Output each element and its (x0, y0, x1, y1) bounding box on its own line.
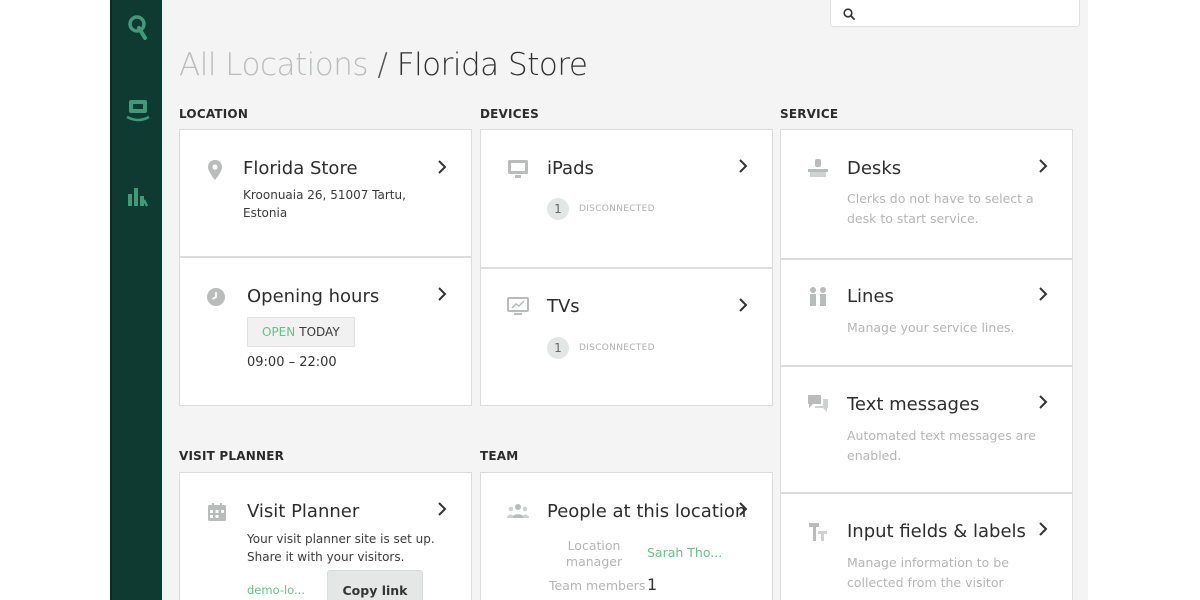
chevron-right-icon (438, 502, 447, 516)
visit-planner-title: Visit Planner (247, 501, 360, 522)
lines-icon (810, 287, 826, 306)
desks-row[interactable]: Desks Clerks do not have to select a des… (781, 130, 1072, 259)
logo-icon[interactable] (112, 14, 164, 40)
sidebar (110, 0, 162, 600)
today-word: TODAY (299, 325, 340, 339)
ipads-row[interactable]: iPads 1 DISCONNECTED (481, 130, 772, 268)
chat-icon (808, 395, 828, 412)
clock-icon (207, 288, 225, 306)
copy-link-button[interactable]: Copy link (327, 570, 423, 600)
team-title: People at this location (547, 501, 747, 522)
search-icon (843, 8, 855, 20)
store-address: Kroonuaia 26, 51007 Tartu, Estonia (243, 188, 406, 220)
ipads-count-badge: 1 (547, 198, 569, 220)
service-card: Desks Clerks do not have to select a des… (780, 129, 1073, 600)
monitor-icon[interactable] (112, 98, 164, 124)
section-label-location: LOCATION (179, 107, 249, 121)
tvs-status: 1 DISCONNECTED (547, 337, 655, 359)
store-title: Florida Store (243, 158, 358, 179)
ipads-status: 1 DISCONNECTED (547, 198, 655, 220)
breadcrumb-current: Florida Store (396, 47, 588, 83)
chevron-right-icon (739, 298, 748, 312)
tvs-status-text: DISCONNECTED (579, 343, 655, 353)
input-fields-description: Manage information to be collected from … (847, 555, 1009, 590)
open-word: OPEN (262, 325, 296, 339)
chevron-right-icon (1039, 287, 1048, 301)
breadcrumb-all-locations[interactable]: All Locations (179, 47, 369, 83)
chevron-right-icon (1039, 159, 1048, 173)
opening-hours-range: 09:00 – 22:00 (247, 355, 337, 370)
stats-icon[interactable] (112, 184, 164, 210)
store-row[interactable]: Florida Store Kroonuaia 26, 51007 Tartu,… (180, 130, 471, 257)
input-fields-icon (809, 523, 827, 541)
desks-title: Desks (847, 158, 902, 179)
breadcrumb-separator: / (377, 47, 388, 83)
chevron-right-icon (1039, 395, 1048, 409)
visit-planner-card[interactable]: Visit Planner Your visit planner site is… (179, 472, 472, 600)
location-pin-icon (208, 160, 222, 180)
tvs-row[interactable]: TVs 1 DISCONNECTED (481, 268, 772, 407)
lines-description: Manage your service lines. (847, 320, 1015, 335)
chevron-right-icon (739, 159, 748, 173)
opening-hours-title: Opening hours (247, 286, 380, 307)
chevron-right-icon (438, 287, 447, 301)
devices-card: iPads 1 DISCONNECTED TVs 1 DISCONNECTED (480, 129, 773, 406)
chevron-right-icon (1039, 522, 1048, 536)
team-members-label: Team members (549, 578, 646, 593)
section-label-visit-planner: VISIT PLANNER (179, 449, 285, 463)
team-members-value: 1 (647, 575, 658, 594)
chevron-right-icon (438, 160, 447, 174)
location-card: Florida Store Kroonuaia 26, 51007 Tartu,… (179, 129, 472, 406)
text-messages-description: Automated text messages are enabled. (847, 428, 1036, 463)
section-label-service: SERVICE (780, 107, 839, 121)
tvs-count-badge: 1 (547, 337, 569, 359)
desk-icon (808, 159, 828, 177)
visit-planner-description: Your visit planner site is set up. Share… (247, 532, 435, 564)
text-messages-title: Text messages (847, 394, 980, 415)
ipads-status-text: DISCONNECTED (579, 204, 655, 214)
tvs-title: TVs (547, 296, 580, 317)
main-content: All Locations / Florida Store LOCATION D… (162, 0, 1088, 600)
page-title: All Locations / Florida Store (179, 47, 588, 83)
visit-planner-link[interactable]: demo-lo... (247, 583, 305, 597)
team-card[interactable]: People at this location Location manager… (480, 472, 773, 600)
text-messages-row[interactable]: Text messages Automated text messages ar… (781, 366, 1072, 493)
opening-hours-row[interactable]: Opening hours OPEN TODAY 09:00 – 22:00 (180, 257, 471, 407)
section-label-devices: DEVICES (480, 107, 539, 121)
tv-icon (507, 297, 529, 315)
desks-description: Clerks do not have to select a desk to s… (847, 191, 1034, 226)
input-fields-row[interactable]: Input fields & labels Manage information… (781, 493, 1072, 600)
section-label-team: TEAM (480, 449, 519, 463)
calendar-icon (208, 503, 226, 521)
ipad-icon (508, 160, 528, 178)
ipads-title: iPads (547, 158, 594, 179)
input-fields-title: Input fields & labels (847, 521, 1026, 542)
app-frame: All Locations / Florida Store LOCATION D… (0, 0, 1200, 600)
location-manager-value[interactable]: Sarah Tho... (647, 545, 722, 560)
location-manager-label: Location manager (565, 538, 623, 569)
open-status-badge: OPEN TODAY (247, 317, 355, 347)
chevron-right-icon (739, 502, 748, 516)
lines-title: Lines (847, 286, 894, 307)
lines-row[interactable]: Lines Manage your service lines. (781, 259, 1072, 366)
people-icon (507, 504, 529, 518)
search-input[interactable] (830, 0, 1080, 27)
